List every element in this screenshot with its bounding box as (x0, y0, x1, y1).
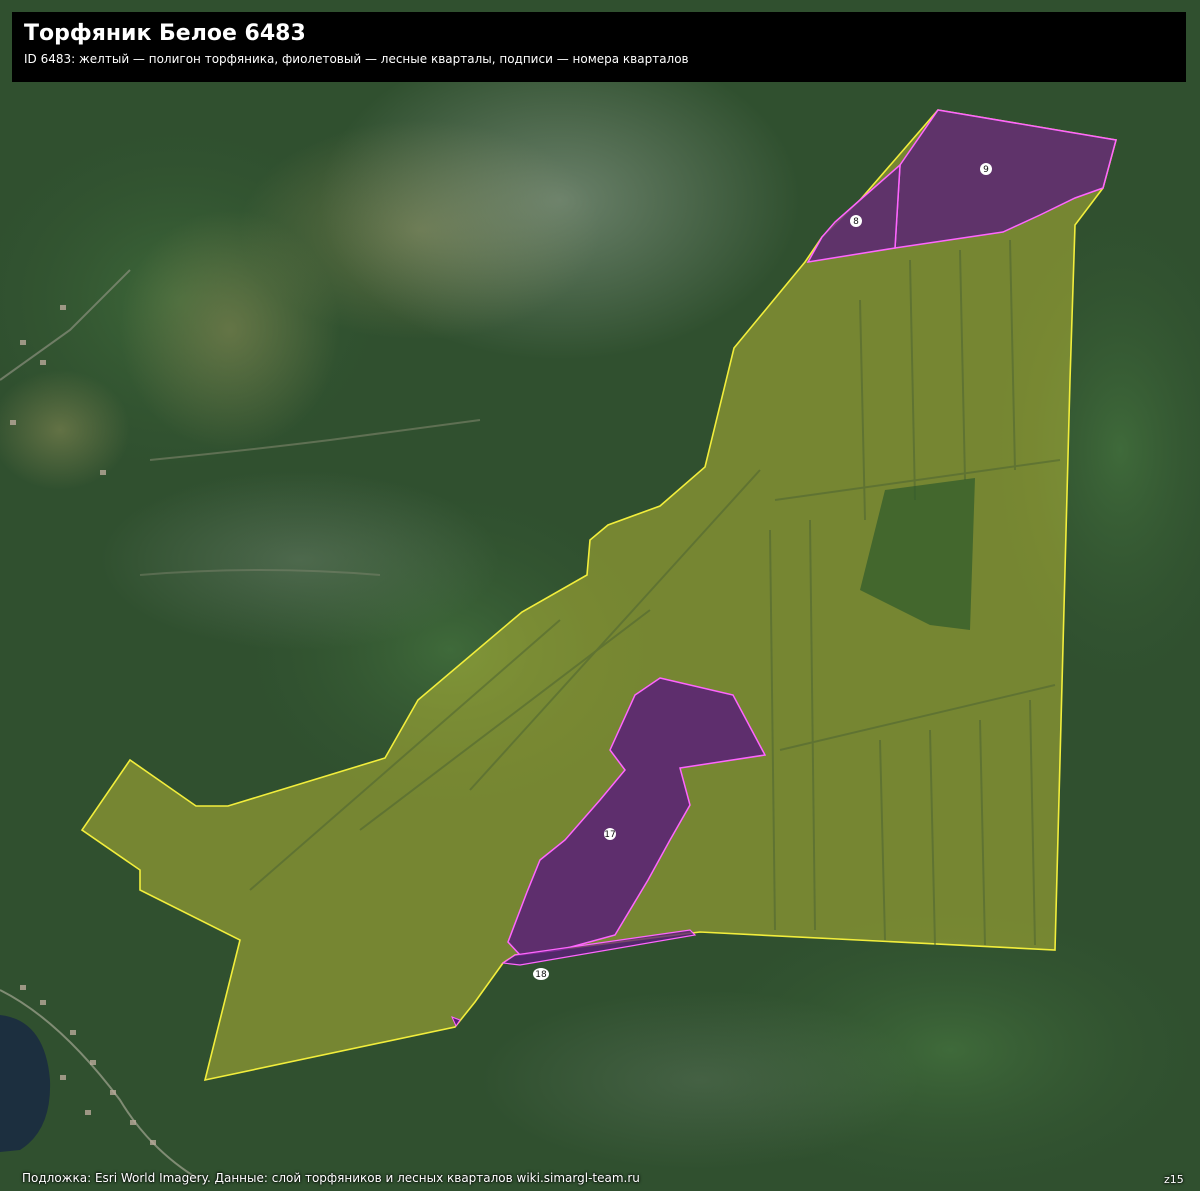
zoom-level: z15 (1164, 1173, 1184, 1186)
svg-text:8: 8 (853, 217, 859, 227)
title-box: Торфяник Белое 6483 ID 6483: желтый — по… (12, 12, 1186, 82)
map-title: Торфяник Белое 6483 (24, 21, 306, 46)
quarter-label-9: 9 (980, 163, 992, 175)
satellite-map[interactable]: 9 8 17 18 (0, 0, 1200, 1191)
attribution-text: Подложка: Esri World Imagery. Данные: сл… (22, 1171, 640, 1185)
quarter-label-17: 17 (604, 828, 616, 840)
svg-text:18: 18 (535, 970, 547, 980)
quarter-label-8: 8 (850, 215, 862, 227)
svg-text:9: 9 (983, 165, 989, 175)
quarter-label-18: 18 (533, 968, 549, 980)
svg-text:17: 17 (604, 830, 615, 840)
map-subtitle: ID 6483: желтый — полигон торфяника, фио… (24, 52, 689, 66)
